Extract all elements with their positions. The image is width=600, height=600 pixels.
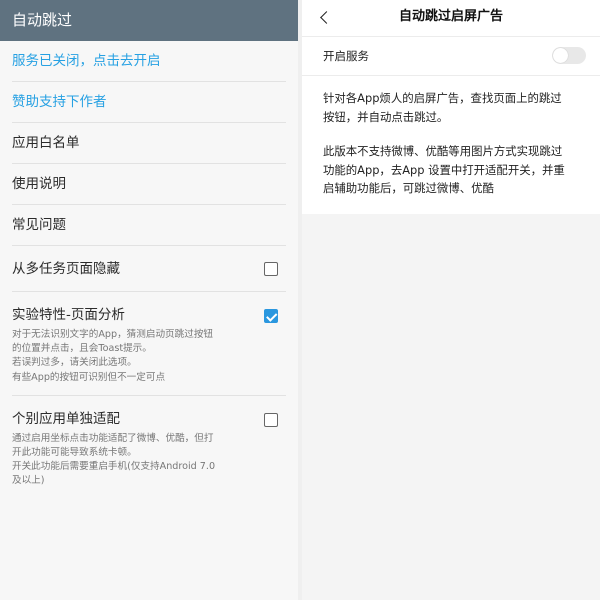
enable-service-row[interactable]: 开启服务	[302, 37, 600, 76]
toggle-knob	[553, 48, 568, 63]
page-analysis-desc: 对于无法识别文字的App，猜测启动页跳过按钮	[12, 329, 214, 340]
page-analysis-checkbox[interactable]	[264, 309, 278, 323]
sponsor-item[interactable]: 赞助支持下作者	[12, 82, 286, 123]
hide-from-recents-checkbox[interactable]	[264, 262, 278, 276]
enable-service-toggle[interactable]	[552, 47, 586, 64]
instructions-item[interactable]: 使用说明	[12, 164, 286, 205]
single-app-adapt-checkbox[interactable]	[264, 412, 278, 427]
single-app-adapt-desc: 开此功能可能导致系统卡顿。	[12, 447, 137, 459]
page-analysis-item[interactable]: 实验特性-页面分析 对于无法识别文字的App，猜测启动页跳过按钮 的位置并点击，…	[12, 292, 286, 396]
nav-bar: 自动跳过启屏广告	[302, 0, 600, 37]
description-line: 按钮，并自动点击跳过。	[323, 109, 449, 124]
single-app-adapt-desc: 开关此功能后需要重启手机(仅支持Android 7.0	[12, 461, 216, 473]
single-app-adapt-item[interactable]: 个别应用单独适配 通过启用坐标点击功能适配了微博、优酷，但打 开此功能可能导致系…	[12, 396, 286, 499]
service-status-item[interactable]: 服务已关闭，点击去开启	[12, 41, 286, 82]
faq-item[interactable]: 常见问题	[12, 205, 286, 246]
service-status-label: 服务已关闭，点击去开启	[12, 53, 161, 69]
hide-from-recents-label: 从多任务页面隐藏	[12, 261, 120, 277]
enable-service-label: 开启服务	[323, 49, 369, 63]
single-app-adapt-label: 个别应用单独适配	[12, 410, 120, 427]
whitelist-item[interactable]: 应用白名单	[12, 123, 286, 164]
settings-list: 服务已关闭，点击去开启 赞助支持下作者 应用白名单 使用说明 常见问题 从多任务…	[0, 41, 298, 499]
page-title: 自动跳过启屏广告	[398, 9, 503, 24]
description-line: 功能的App，去App 设置中打开适配开关，并重	[323, 162, 565, 177]
app-bar: 自动跳过	[0, 0, 298, 41]
page-analysis-label: 实验特性-页面分析	[12, 307, 125, 323]
app-screenshot: 自动跳过 服务已关闭，点击去开启 赞助支持下作者 应用白名单 使用说明 常见问题…	[0, 0, 600, 600]
page-analysis-desc: 的位置并点击，且会Toast提示。	[12, 343, 152, 355]
ad-skip-panel: 自动跳过启屏广告 开启服务 针对各App烦人的启屏广告，查找页面上的跳过 按钮，…	[302, 0, 600, 600]
settings-panel: 自动跳过 服务已关闭，点击去开启 赞助支持下作者 应用白名单 使用说明 常见问题…	[0, 0, 298, 600]
faq-label: 常见问题	[12, 217, 66, 233]
instructions-label: 使用说明	[12, 176, 66, 192]
page-analysis-desc: 有些App的按钮可识别但不一定可点	[12, 371, 166, 383]
single-app-adapt-desc: 通过启用坐标点击功能适配了微博、优酷，但打	[12, 432, 214, 444]
whitelist-label: 应用白名单	[12, 135, 80, 151]
description-line: 启辅助功能后，可跳过微博、优酷	[323, 181, 494, 195]
app-bar-title: 自动跳过	[12, 11, 73, 29]
description-line: 此版本不支持微博、优酷等用图片方式实现跳过	[323, 144, 563, 158]
ad-skip-content: 自动跳过启屏广告 开启服务 针对各App烦人的启屏广告，查找页面上的跳过 按钮，…	[302, 0, 600, 214]
service-description: 针对各App烦人的启屏广告，查找页面上的跳过 按钮，并自动点击跳过。 此版本不支…	[302, 76, 600, 214]
single-app-adapt-desc: 及以上)	[12, 475, 45, 487]
description-line: 针对各App烦人的启屏广告，查找页面上的跳过	[323, 91, 562, 105]
hide-from-recents-item[interactable]: 从多任务页面隐藏	[12, 246, 286, 292]
sponsor-label: 赞助支持下作者	[12, 94, 107, 110]
page-analysis-desc: 若误判过多，请关闭此选项。	[12, 357, 137, 369]
